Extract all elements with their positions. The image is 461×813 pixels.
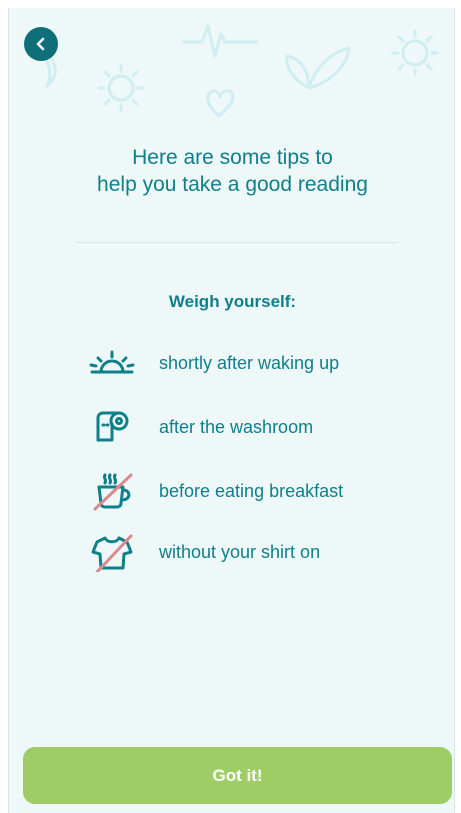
tip-item-shirt: without your shirt on xyxy=(89,532,320,572)
tip-label: shortly after waking up xyxy=(159,352,340,373)
page-title: Here are some tips to help you take a go… xyxy=(9,144,454,198)
tip-label: after the washroom xyxy=(159,416,314,437)
chevron-left-icon xyxy=(36,37,45,51)
page-title-line2: help you take a good reading xyxy=(97,173,368,196)
plant-decoration-icon xyxy=(285,46,351,90)
divider xyxy=(76,242,398,243)
sun-decoration-icon xyxy=(391,29,439,77)
tip-item-breakfast: before eating breakfast xyxy=(89,471,343,511)
coffee-cup-crossed-icon xyxy=(89,471,135,511)
heartbeat-decoration-icon xyxy=(182,24,259,58)
tips-heading: Weigh yourself: xyxy=(168,292,297,311)
tip-label: without your shirt on xyxy=(159,541,321,562)
tips-screen: Here are some tips to help you take a go… xyxy=(8,8,455,813)
tip-item-washroom: after the washroom xyxy=(89,407,313,447)
decorative-header-illustration xyxy=(37,24,439,118)
got-it-button[interactable]: Got it! xyxy=(23,747,452,804)
sun-decoration-icon xyxy=(97,64,145,112)
sunrise-icon xyxy=(89,343,135,383)
tip-item-waking-up: shortly after waking up xyxy=(89,343,339,383)
heart-decoration-icon xyxy=(206,89,235,118)
tip-label: before eating breakfast xyxy=(159,480,344,501)
page-title-line1: Here are some tips to xyxy=(132,146,333,169)
shirt-crossed-icon xyxy=(89,532,135,572)
back-button[interactable] xyxy=(24,27,58,61)
toilet-paper-icon xyxy=(89,407,135,447)
